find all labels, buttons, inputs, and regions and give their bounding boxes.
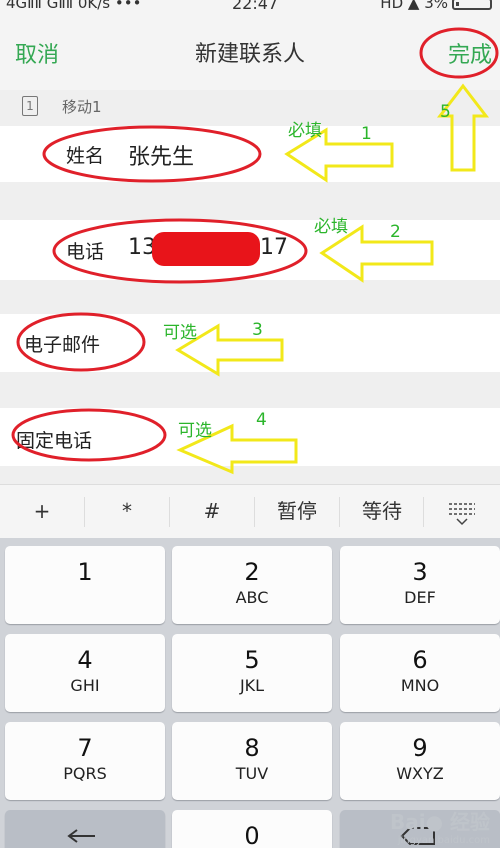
name-field[interactable]: 姓名 张先生	[0, 126, 500, 182]
landline-field[interactable]: 固定电话	[0, 408, 500, 466]
battery-icon	[452, 0, 492, 10]
key-5[interactable]: 5 JKL	[172, 634, 332, 712]
name-label: 姓名	[66, 145, 105, 167]
key-0[interactable]: 0	[172, 810, 332, 848]
signal-indicators: 4GⅡⅡ GⅡⅡ 0K/s •••	[6, 0, 142, 12]
email-label[interactable]: 电子邮件	[24, 330, 100, 357]
email-field[interactable]: 电子邮件	[0, 314, 500, 372]
key-letters: JKL	[239, 676, 265, 695]
page-title: 新建联系人	[194, 42, 305, 67]
key-digit: 8	[244, 734, 260, 762]
account-label: 移动1	[62, 98, 102, 116]
required-note-1: 必填	[288, 121, 322, 141]
key-digit: 7	[77, 734, 93, 762]
watermark-url: jingyan.baidu.com	[397, 835, 490, 846]
optional-note-4: 可选	[178, 421, 212, 441]
phone-input-suffix[interactable]: 17	[260, 235, 288, 260]
step-number-4: 4	[256, 410, 267, 430]
key-digit: 9	[412, 734, 428, 762]
key-letters: PQRS	[63, 764, 107, 783]
hide-keyboard-icon[interactable]	[424, 485, 500, 539]
key-7[interactable]: 7 PQRS	[5, 722, 165, 800]
sim-card-icon: 1	[22, 96, 38, 116]
key-1[interactable]: 1	[5, 546, 165, 624]
symbol-toolbar: + * # 暂停 等待	[0, 484, 500, 538]
optional-note-3: 可选	[163, 323, 197, 343]
status-bar: 4GⅡⅡ GⅡⅡ 0K/s ••• 22:47 HD ▲ 3%	[0, 0, 500, 14]
key-6[interactable]: 6 MNO	[340, 634, 500, 712]
done-button[interactable]: 完成	[448, 37, 492, 69]
key-digit: 1	[77, 558, 93, 586]
key-letters: DEF	[404, 588, 436, 607]
pause-key[interactable]: 暂停	[255, 485, 339, 539]
key-letters: TUV	[235, 764, 269, 783]
phone-label: 电话	[66, 241, 105, 263]
key-letters: MNO	[400, 676, 440, 695]
redaction-mark	[152, 232, 260, 266]
key-letters: GHI	[70, 676, 100, 695]
key-digit: 0	[244, 822, 260, 848]
name-input[interactable]: 张先生	[128, 139, 194, 171]
watermark-logo: Bai● 经验	[389, 810, 490, 834]
required-note-2: 必填	[314, 217, 348, 237]
key-digit: 6	[412, 646, 428, 674]
key-digit: 4	[77, 646, 93, 674]
key-letters: ABC	[235, 588, 269, 607]
key-4[interactable]: 4 GHI	[5, 634, 165, 712]
phone-field[interactable]: 电话 13 17	[0, 220, 500, 280]
keyboard-collapse-icon	[449, 502, 475, 525]
key-8[interactable]: 8 TUV	[172, 722, 332, 800]
plus-key[interactable]: +	[0, 485, 84, 539]
landline-label[interactable]: 固定电话	[16, 426, 92, 453]
key-digit: 3	[412, 558, 428, 586]
watermark: Bai● 经验 jingyan.baidu.com	[390, 806, 490, 846]
tab-arrow-icon	[67, 829, 95, 843]
key-2[interactable]: 2 ABC	[172, 546, 332, 624]
step-number-3: 3	[252, 320, 263, 340]
title-bar: 取消 新建联系人 完成	[0, 14, 500, 90]
next-field-key[interactable]	[5, 810, 165, 848]
key-letters: WXYZ	[396, 764, 444, 783]
step-number-5: 5	[440, 102, 451, 122]
network-wifi-battery-text: HD ▲ 3%	[380, 0, 448, 12]
key-3[interactable]: 3 DEF	[340, 546, 500, 624]
hash-key[interactable]: #	[170, 485, 254, 539]
step-number-1: 1	[361, 124, 372, 144]
status-time: 22:47	[232, 0, 279, 13]
key-digit: 5	[244, 646, 260, 674]
account-selector[interactable]: 1 移动1	[0, 90, 500, 126]
step-number-2: 2	[390, 222, 401, 242]
key-digit: 2	[244, 558, 260, 586]
dial-keypad: 1 2 ABC 3 DEF 4 GHI 5 JKL 6 MNO 7 PQRS 8 TUV 9 W…	[0, 538, 500, 848]
star-key[interactable]: *	[85, 485, 169, 539]
status-right: HD ▲ 3%	[380, 0, 492, 12]
wait-key[interactable]: 等待	[340, 485, 424, 539]
key-9[interactable]: 9 WXYZ	[340, 722, 500, 800]
